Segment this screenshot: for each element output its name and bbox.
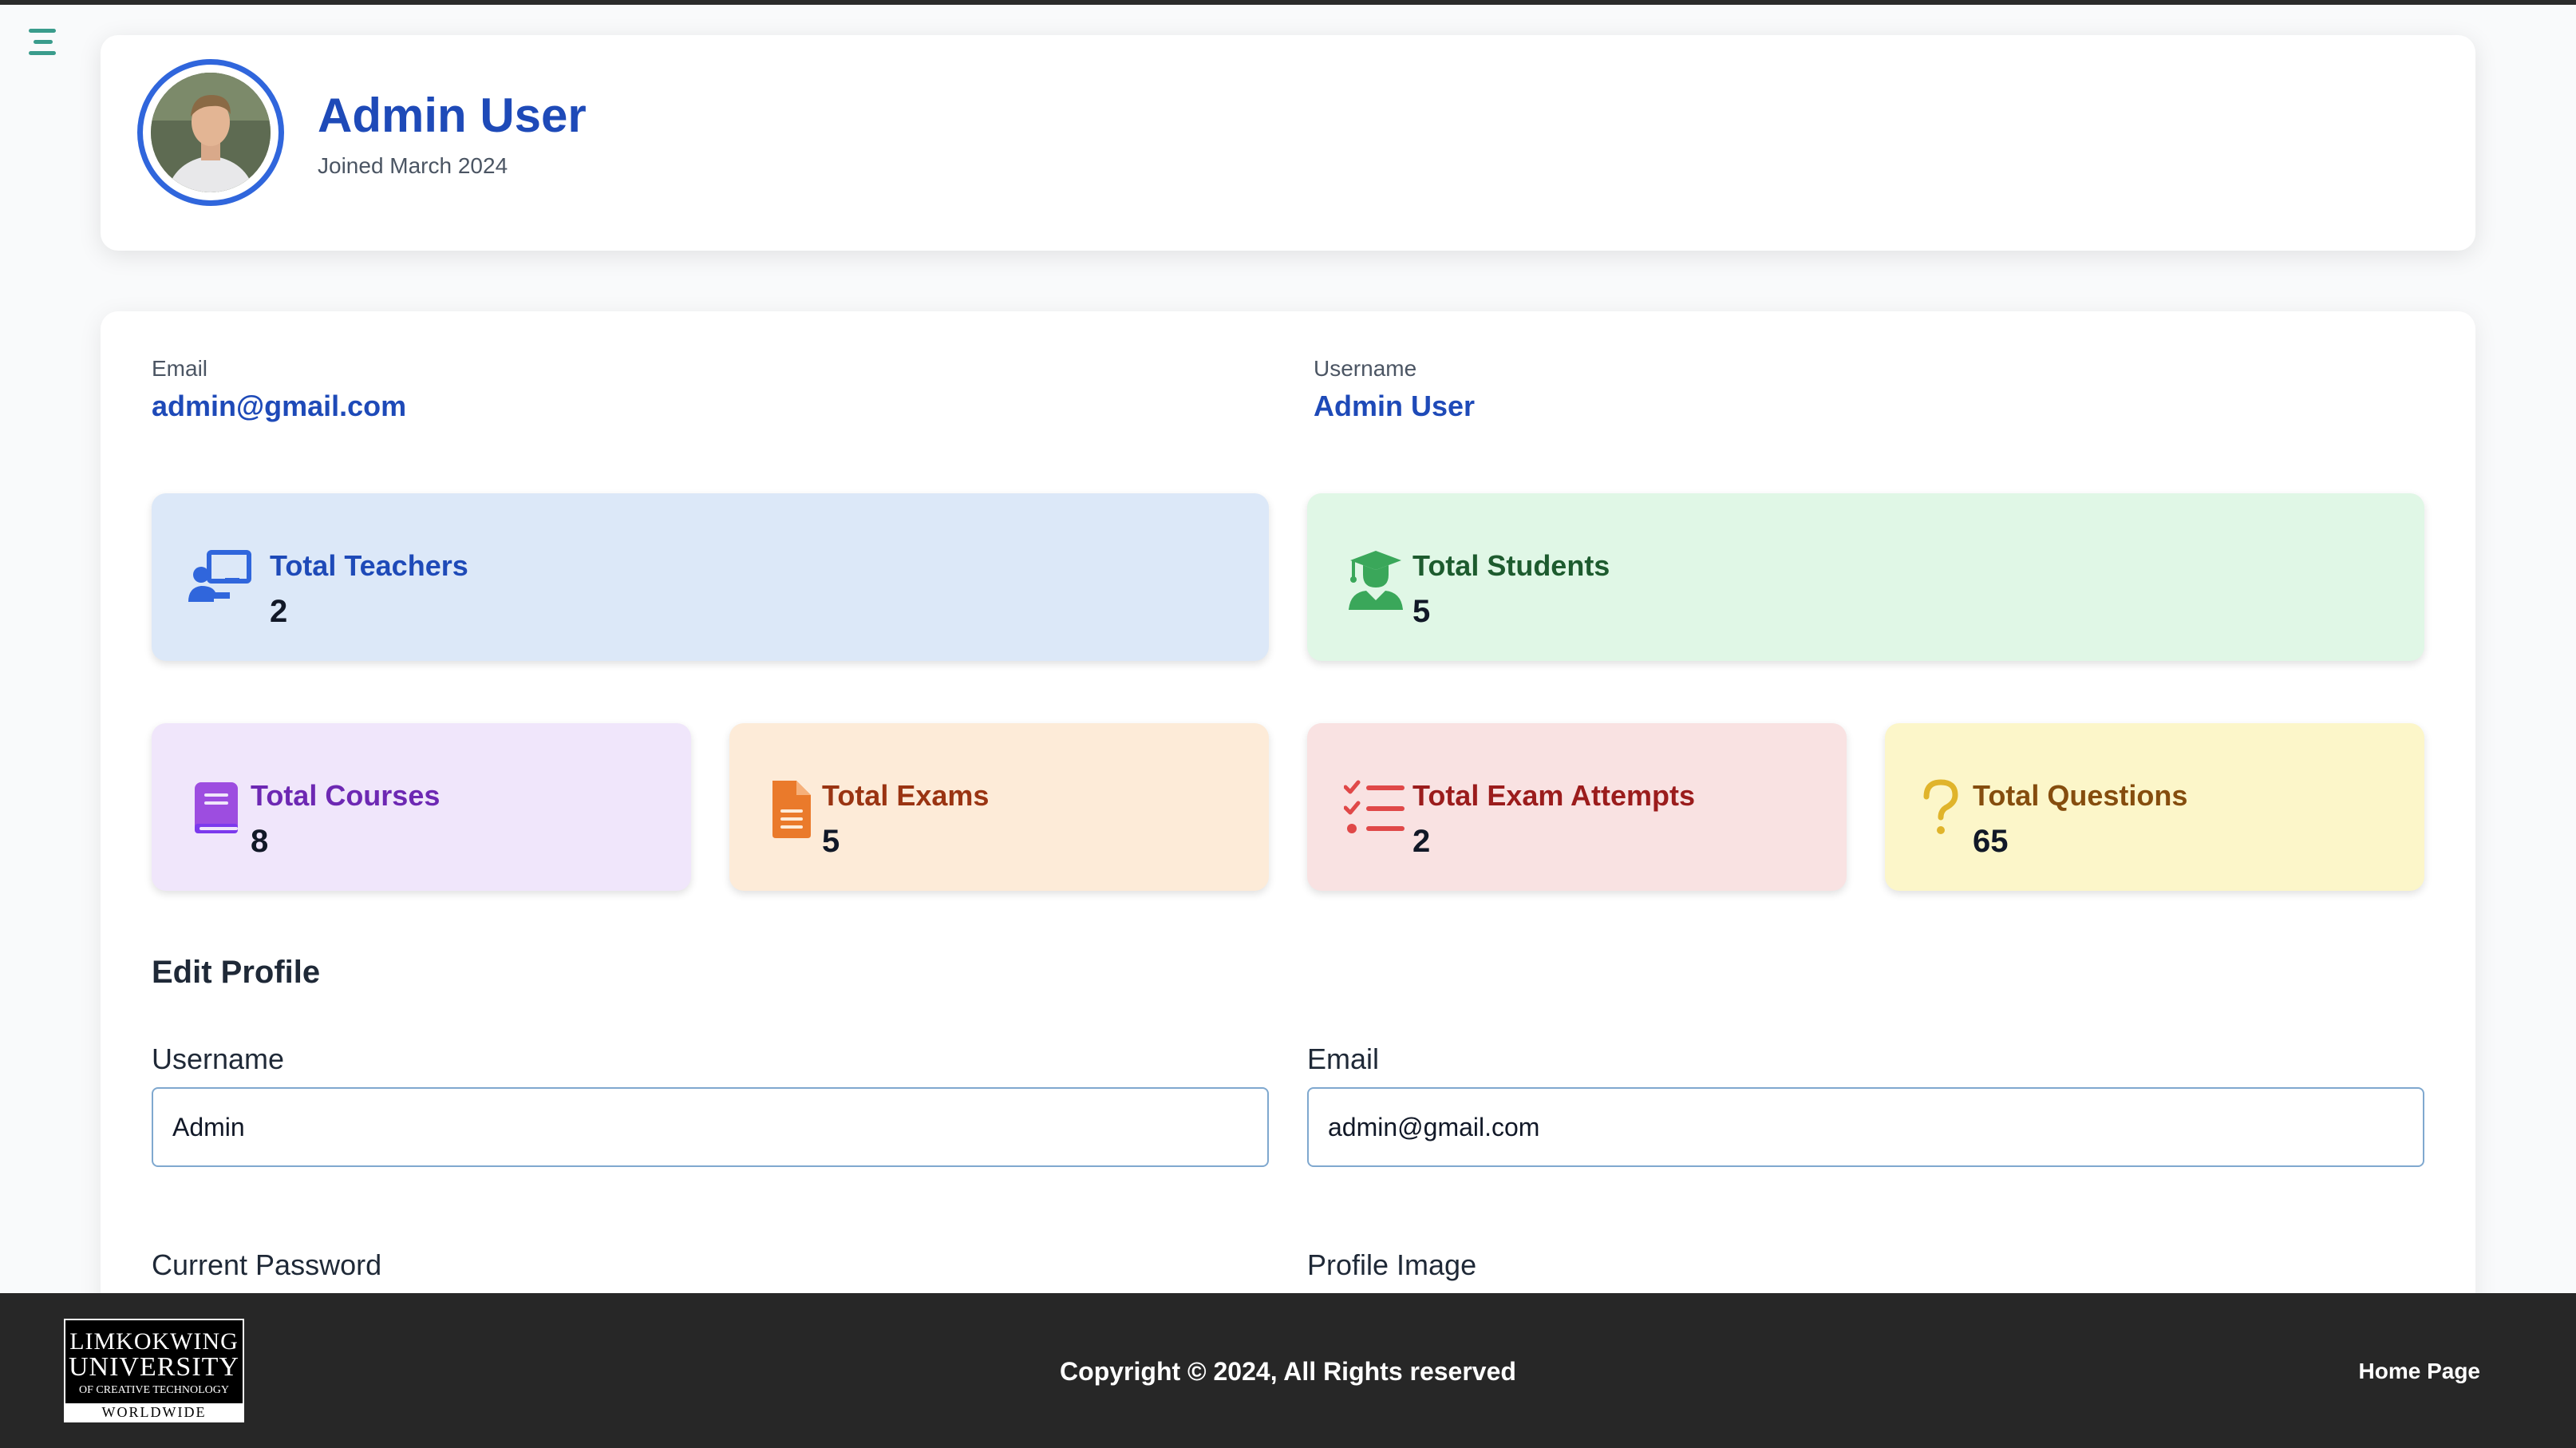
question-icon bbox=[1923, 779, 1958, 834]
stat-card-questions: Total Questions 65 bbox=[1885, 723, 2424, 891]
stat-value-questions: 65 bbox=[1973, 824, 2009, 859]
checklist-icon bbox=[1344, 780, 1405, 833]
stat-label-questions: Total Questions bbox=[1973, 779, 2188, 812]
stat-value-students: 5 bbox=[1412, 594, 1431, 629]
stat-label-courses: Total Courses bbox=[251, 779, 441, 812]
username-field-label: Username bbox=[152, 1042, 285, 1075]
stat-card-exams: Total Exams 5 bbox=[729, 723, 1269, 891]
username-info-value: Admin User bbox=[1314, 390, 1476, 422]
stat-value-teachers: 2 bbox=[270, 594, 288, 629]
menu-icon[interactable] bbox=[29, 29, 61, 57]
copyright-text: Copyright © 2024, All Rights reserved bbox=[1060, 1357, 1516, 1386]
avatar-photo bbox=[151, 73, 271, 192]
current-password-label: Current Password bbox=[152, 1248, 382, 1281]
stat-value-exam-attempts: 2 bbox=[1412, 824, 1431, 859]
stat-label-students: Total Students bbox=[1412, 549, 1610, 582]
stat-value-courses: 8 bbox=[251, 824, 269, 859]
avatar bbox=[137, 59, 284, 206]
profile-joined-date: Joined March 2024 bbox=[318, 153, 508, 178]
email-info-value: admin@gmail.com bbox=[152, 390, 407, 422]
home-page-link[interactable]: Home Page bbox=[2359, 1359, 2481, 1384]
email-field-label: Email bbox=[1307, 1042, 1380, 1075]
top-bar bbox=[0, 0, 2576, 5]
username-input[interactable] bbox=[152, 1087, 1269, 1167]
edit-profile-title: Edit Profile bbox=[152, 955, 321, 990]
profile-image-label: Profile Image bbox=[1307, 1248, 1477, 1281]
stat-value-exams: 5 bbox=[822, 824, 840, 859]
footer: LIMKOKWING UNIVERSITY OF CREATIVE TECHNO… bbox=[0, 1293, 2576, 1448]
file-icon bbox=[772, 781, 811, 838]
profile-header-card bbox=[101, 35, 2475, 251]
username-info-label: Username bbox=[1314, 356, 1417, 381]
email-info-label: Email bbox=[152, 356, 208, 381]
stat-card-teachers: Total Teachers 2 bbox=[152, 493, 1269, 661]
stat-label-exams: Total Exams bbox=[822, 779, 990, 812]
stat-card-courses: Total Courses 8 bbox=[152, 723, 691, 891]
stat-label-exam-attempts: Total Exam Attempts bbox=[1412, 779, 1696, 812]
book-icon bbox=[195, 782, 238, 833]
profile-name: Admin User bbox=[318, 89, 587, 142]
graduate-icon bbox=[1349, 551, 1403, 610]
logo-line-1: LIMKOKWING bbox=[69, 1328, 239, 1355]
teacher-icon bbox=[188, 550, 251, 602]
stat-label-teachers: Total Teachers bbox=[270, 549, 468, 582]
email-input[interactable] bbox=[1307, 1087, 2424, 1167]
stat-card-exam-attempts: Total Exam Attempts 2 bbox=[1307, 723, 1847, 891]
stat-card-students: Total Students 5 bbox=[1307, 493, 2424, 661]
logo-line-4: WORLDWIDE bbox=[65, 1403, 243, 1421]
